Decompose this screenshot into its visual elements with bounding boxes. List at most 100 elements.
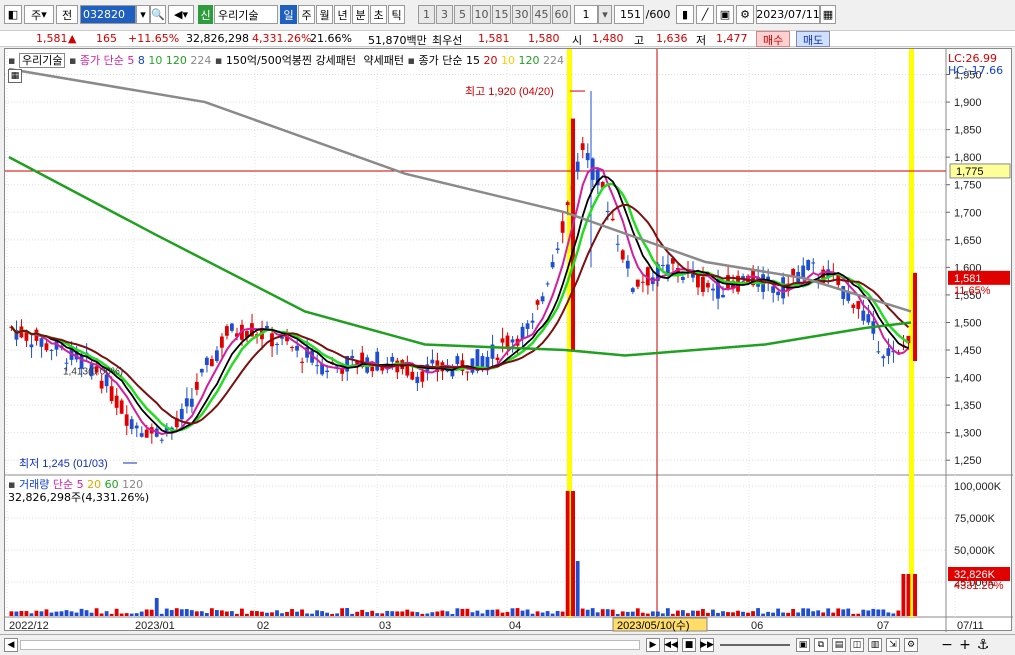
candle-icon[interactable]: ▮ (676, 5, 694, 24)
interval-tab-6[interactable]: 45 (532, 5, 551, 24)
count-input[interactable]: 1 (574, 5, 598, 24)
volume-bar (370, 610, 375, 616)
period-select[interactable]: 주 ▾ (24, 5, 54, 24)
print-icon[interactable]: ▤ (832, 638, 846, 652)
legend-ma2-224: 224 (542, 54, 564, 67)
volume-bar (776, 608, 781, 616)
zoom-out-icon[interactable]: − (940, 637, 954, 653)
volume-bar (530, 613, 535, 616)
period-tab-0[interactable]: 일 (280, 5, 297, 24)
volume-bar (881, 609, 886, 616)
search-icon[interactable]: 🔍 (150, 5, 166, 24)
zoom-slider[interactable] (720, 644, 790, 646)
low-annotation: 최저 1,245 (01/03) (19, 457, 108, 470)
volume-bar (395, 611, 400, 616)
volume-bar (650, 611, 655, 616)
stop-icon[interactable]: ■ (682, 638, 696, 652)
period-tab-4[interactable]: 분 (352, 5, 369, 24)
candle-body (495, 357, 500, 361)
interval-tab-5[interactable]: 30 (512, 5, 531, 24)
legend-ma120: 120 (165, 54, 187, 67)
y-tick-label: 1,450 (954, 345, 982, 357)
volume-bar (766, 611, 770, 616)
candle-body (485, 356, 490, 368)
candle-body (470, 358, 475, 373)
interval-tab-7[interactable]: 60 (552, 5, 571, 24)
interval-tab-2[interactable]: 5 (454, 5, 471, 24)
candle-body (575, 161, 580, 172)
chart-panel[interactable]: 1,950 1,900 1,850 1,800 1,750 1,700 1,650 1,600… (4, 48, 1013, 632)
volume-bar (686, 613, 690, 616)
interval-tab-4[interactable]: 15 (492, 5, 511, 24)
stock-name: 우리기술 (214, 5, 278, 24)
zoom-in-icon[interactable]: + (958, 637, 972, 653)
candle-body (520, 326, 525, 339)
count-dropdown-icon[interactable]: ▾ (598, 5, 612, 24)
change-arrow: ▲ (68, 32, 77, 45)
date-input[interactable]: 2023/07/11 (756, 5, 820, 24)
volume-bar (214, 610, 219, 616)
candle-body (390, 356, 395, 362)
period-tab-5[interactable]: 초 (370, 5, 387, 24)
interval-tab-1[interactable]: 3 (436, 5, 453, 24)
window-icon[interactable]: ◧ (4, 5, 22, 24)
save-icon[interactable]: ▣ (716, 5, 734, 24)
candle-body (505, 335, 510, 347)
candle-body (370, 366, 375, 372)
forward-icon[interactable]: ▶▶ (700, 638, 714, 652)
play-icon[interactable]: ▶ (646, 638, 660, 652)
volume-bar (866, 610, 871, 616)
x-tick-label: 04 (509, 620, 521, 632)
rewind-icon[interactable]: ◀◀ (664, 638, 678, 652)
period-tab-1[interactable]: 주 (298, 5, 315, 24)
chart-type-icon[interactable]: ▥ (868, 638, 882, 652)
scroll-track[interactable] (20, 640, 640, 650)
x-tick-label: 07 (877, 620, 889, 632)
draw-icon[interactable]: ╱ (696, 5, 714, 24)
volume-bar (871, 608, 876, 616)
prev-button[interactable]: 전 (56, 5, 78, 24)
buy-button[interactable]: 매수 (756, 31, 791, 47)
volume-value: 32,826,298 (186, 32, 249, 45)
code-input[interactable]: 032820 (80, 5, 136, 24)
volume-bar (821, 612, 826, 616)
volume-bar (731, 612, 735, 616)
calendar-icon[interactable]: ▦ (820, 5, 836, 24)
candle-body (555, 248, 560, 250)
legend-ma2-label: 종가 단순 15 (418, 54, 480, 67)
period-tab-2[interactable]: 월 (316, 5, 333, 24)
high-annotation: 최고 1,920 (04/20) (465, 85, 554, 98)
copy-icon[interactable]: ⧉ (814, 638, 828, 652)
volume-bar (139, 611, 144, 616)
candle-body (194, 381, 199, 390)
window-split-icon[interactable]: ◫ (850, 638, 864, 652)
gear-icon[interactable]: ⚙ (736, 5, 754, 24)
candle-body (204, 357, 209, 366)
grid-table-icon[interactable]: ▦ (8, 69, 22, 83)
layout-icon[interactable]: ▣ (796, 638, 810, 652)
volume-bar (615, 613, 620, 616)
page-count-input[interactable]: 151 (614, 5, 644, 24)
period-tab-6[interactable]: 틱 (388, 5, 405, 24)
stock-chart[interactable]: 1,9501,9001,8501,8001,7501,7001,6501,600… (5, 49, 1013, 632)
export-icon[interactable]: ⇲ (886, 638, 900, 652)
y-tick-label: 1,300 (954, 428, 982, 440)
volume-bar (630, 611, 635, 616)
volume-bar (89, 612, 94, 616)
volume-bar (670, 613, 675, 616)
sell-button[interactable]: 매도 (796, 31, 831, 47)
volume-bar (305, 613, 309, 616)
volume-bar (761, 613, 765, 616)
settings-icon[interactable]: ⚙ (904, 638, 918, 652)
period-tab-3[interactable]: 년 (334, 5, 351, 24)
candle-body (620, 250, 625, 260)
change-value: 165 (96, 32, 117, 45)
interval-tab-3[interactable]: 10 (472, 5, 491, 24)
interval-tab-0[interactable]: 1 (418, 5, 435, 24)
anchor-icon[interactable]: ⚓ (976, 637, 990, 653)
audio-icon[interactable]: ◀▾ (168, 5, 194, 24)
scroll-left-icon[interactable]: ◀ (4, 638, 18, 652)
volume-bar (275, 610, 279, 616)
price-legend: ▪ 우리기술 ▪ 종가 단순 5 8 10 120 224 ▪ 150억/500… (8, 52, 564, 68)
code-dropdown-icon[interactable]: ▾ (136, 5, 150, 24)
